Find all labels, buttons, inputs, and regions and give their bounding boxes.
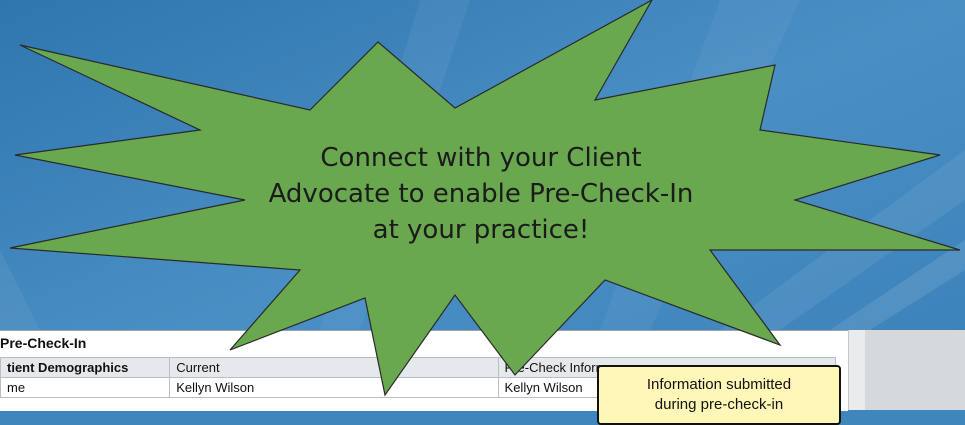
starburst-line-1: Connect with your Client [320, 143, 642, 173]
starburst-line-2: Advocate to enable Pre-Check-In [268, 179, 694, 209]
starburst-message: Connect with your Client Advocate to ena… [236, 140, 726, 248]
starburst-line-3: at your practice! [372, 215, 590, 245]
